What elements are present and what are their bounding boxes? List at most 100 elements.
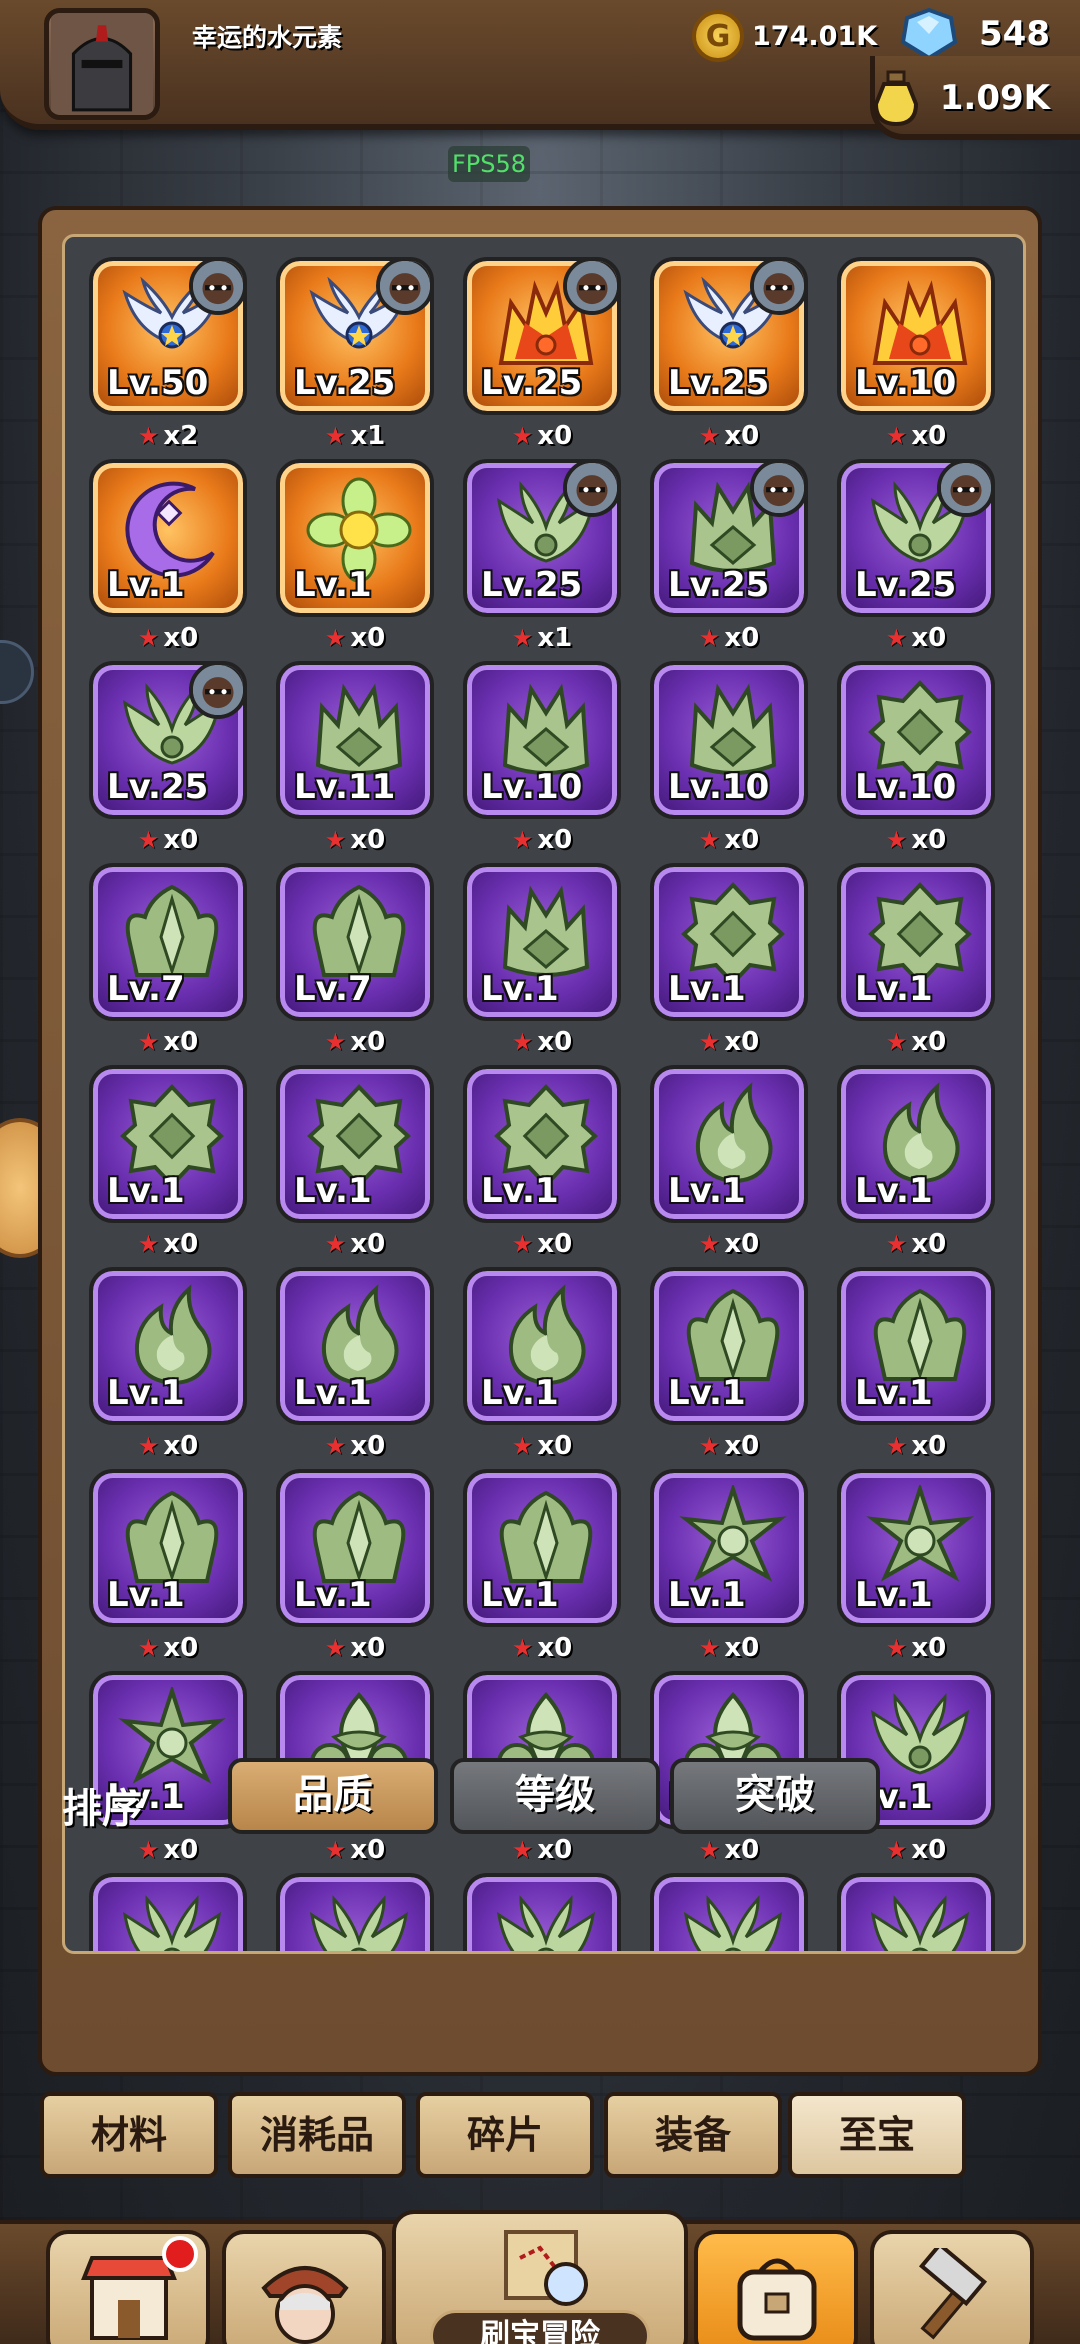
item-card[interactable]: Lv.25 <box>463 459 621 617</box>
item-slot[interactable]: Lv.1★x0 <box>89 459 247 661</box>
item-card[interactable]: Lv.25 <box>89 661 247 819</box>
tab-materials[interactable]: 材料 <box>40 2092 218 2178</box>
item-slot[interactable] <box>463 1873 621 1951</box>
item-card[interactable] <box>89 1873 247 1951</box>
item-card[interactable]: Lv.1 <box>837 863 995 1021</box>
item-card[interactable]: Lv.1 <box>463 1065 621 1223</box>
item-slot[interactable]: Lv.1★x0 <box>463 1469 621 1671</box>
item-card[interactable]: Lv.1 <box>650 863 808 1021</box>
item-scroll-area[interactable]: Lv.50 ★ x2 Lv.25 ★ x1 Lv.25 ★ x0 Lv.25 ★ x0 Lv.10 ★ x0… <box>62 234 1026 1954</box>
item-card[interactable]: Lv.1 <box>463 863 621 1021</box>
sort-level-button[interactable]: 等级 <box>450 1758 660 1834</box>
item-card[interactable] <box>650 1873 808 1951</box>
item-slot[interactable]: Lv.25 ★ x0 <box>650 257 808 459</box>
item-slot[interactable]: Lv.1★x0 <box>276 1065 434 1267</box>
item-card[interactable]: Lv.7 <box>276 863 434 1021</box>
item-slot[interactable]: Lv.1★x0 <box>650 1065 808 1267</box>
item-slot[interactable]: Lv.7 ★ x0 <box>276 863 434 1065</box>
item-card[interactable]: Lv.1 <box>463 1267 621 1425</box>
item-slot[interactable]: Lv.1★x0 <box>837 1469 995 1671</box>
item-card[interactable]: Lv.25 <box>837 459 995 617</box>
item-card[interactable] <box>837 1873 995 1951</box>
item-card[interactable]: Lv.10 <box>463 661 621 819</box>
item-card[interactable]: Lv.25 <box>650 257 808 415</box>
nav-forge-button[interactable] <box>870 2230 1034 2344</box>
item-slot[interactable]: Lv.1★x0 <box>837 1267 995 1469</box>
item-card[interactable]: Lv.1 <box>89 1065 247 1223</box>
item-card[interactable]: Lv.1 <box>89 459 247 617</box>
item-card[interactable]: Lv.10 <box>650 661 808 819</box>
item-slot[interactable]: Lv.25 ★ x0 <box>650 459 808 661</box>
item-slot[interactable]: Lv.1★x0 <box>276 459 434 661</box>
item-slot[interactable]: Lv.10 ★ x0 <box>463 661 621 863</box>
item-slot[interactable]: Lv.1★x0 <box>276 1267 434 1469</box>
item-slot[interactable]: Lv.1★x0 <box>89 1469 247 1671</box>
item-slot[interactable]: Lv.1★x0 <box>650 863 808 1065</box>
item-card[interactable]: Lv.25 <box>276 257 434 415</box>
item-slot[interactable]: Lv.25 ★ x0 <box>837 459 995 661</box>
item-card[interactable]: Lv.1 <box>650 1065 808 1223</box>
item-slot[interactable]: Lv.25 ★ x1 <box>276 257 434 459</box>
nav-shop-button[interactable] <box>46 2230 210 2344</box>
item-slot[interactable]: Lv.11 ★ x0 <box>276 661 434 863</box>
nav-hero-button[interactable] <box>222 2230 386 2344</box>
item-slot[interactable] <box>650 1873 808 1951</box>
item-card[interactable]: Lv.7 <box>89 863 247 1021</box>
item-slot[interactable]: Lv.1★x0 <box>650 1267 808 1469</box>
tab-equipment[interactable]: 装备 <box>604 2092 782 2178</box>
tab-fragments[interactable]: 碎片 <box>416 2092 594 2178</box>
item-card[interactable]: Lv.1 <box>837 1267 995 1425</box>
nav-inventory-button[interactable] <box>694 2230 858 2344</box>
potion-counter[interactable]: 1.09K <box>872 70 1050 126</box>
item-slot[interactable]: Lv.7 ★ x0 <box>89 863 247 1065</box>
item-card[interactable]: Lv.1 <box>650 1267 808 1425</box>
item-slot[interactable]: Lv.1★x0 <box>89 1671 247 1873</box>
item-slot[interactable]: Lv.1★x0 <box>650 1469 808 1671</box>
item-slot[interactable]: Lv.1★x0 <box>463 1065 621 1267</box>
item-card[interactable]: Lv.50 <box>89 257 247 415</box>
item-card[interactable]: Lv.1 <box>276 1065 434 1223</box>
gem-counter[interactable]: 548 <box>899 8 1050 60</box>
item-slot[interactable]: Lv.1★x0 <box>463 1267 621 1469</box>
item-card[interactable]: Lv.1 <box>837 1065 995 1223</box>
sort-quality-button[interactable]: 品质 <box>228 1758 438 1834</box>
item-card[interactable]: Lv.1 <box>276 1469 434 1627</box>
item-card[interactable]: Lv.11 <box>276 661 434 819</box>
gold-counter[interactable]: G 174.01K <box>692 10 877 62</box>
item-slot[interactable] <box>89 1873 247 1951</box>
item-slot[interactable]: Lv.50 ★ x2 <box>89 257 247 459</box>
star-count-value: x0 <box>724 421 760 451</box>
item-slot[interactable]: Lv.1★x0 <box>837 863 995 1065</box>
item-slot[interactable]: Lv.1★x0 <box>89 1267 247 1469</box>
item-slot[interactable] <box>837 1873 995 1951</box>
item-slot[interactable]: Lv.1★x0 <box>837 1065 995 1267</box>
item-card[interactable]: Lv.1 <box>89 1267 247 1425</box>
item-slot[interactable]: Lv.25 ★ x0 <box>463 257 621 459</box>
item-slot[interactable]: Lv.1★x0 <box>276 1469 434 1671</box>
item-card[interactable]: Lv.1 <box>837 1469 995 1627</box>
item-slot[interactable]: Lv.10 ★ x0 <box>837 661 995 863</box>
item-card[interactable]: Lv.1 <box>276 1267 434 1425</box>
item-card[interactable]: Lv.1 <box>89 1469 247 1627</box>
item-slot[interactable]: Lv.10 ★ x0 <box>650 661 808 863</box>
item-card[interactable]: Lv.10 <box>837 257 995 415</box>
tab-treasures[interactable]: 至宝 <box>788 2092 966 2178</box>
item-slot[interactable]: Lv.25 ★ x0 <box>89 661 247 863</box>
item-slot[interactable]: Lv.1★x0 <box>89 1065 247 1267</box>
item-card[interactable]: Lv.1 <box>463 1469 621 1627</box>
item-card[interactable]: Lv.10 <box>837 661 995 819</box>
player-avatar[interactable] <box>44 8 160 120</box>
item-slot[interactable] <box>276 1873 434 1951</box>
item-card[interactable]: Lv.25 <box>650 459 808 617</box>
item-card[interactable] <box>463 1873 621 1951</box>
item-slot[interactable]: Lv.1★x0 <box>463 863 621 1065</box>
tab-consumables[interactable]: 消耗品 <box>228 2092 406 2178</box>
item-card[interactable] <box>276 1873 434 1951</box>
item-card[interactable]: Lv.25 <box>463 257 621 415</box>
item-slot[interactable]: Lv.10 ★ x0 <box>837 257 995 459</box>
item-card[interactable]: Lv.1 <box>276 459 434 617</box>
item-card[interactable]: Lv.1 <box>650 1469 808 1627</box>
nav-adventure-button[interactable]: 刷宝冒险 <box>392 2210 688 2344</box>
sort-breakthrough-button[interactable]: 突破 <box>670 1758 880 1834</box>
item-slot[interactable]: Lv.25 ★ x1 <box>463 459 621 661</box>
